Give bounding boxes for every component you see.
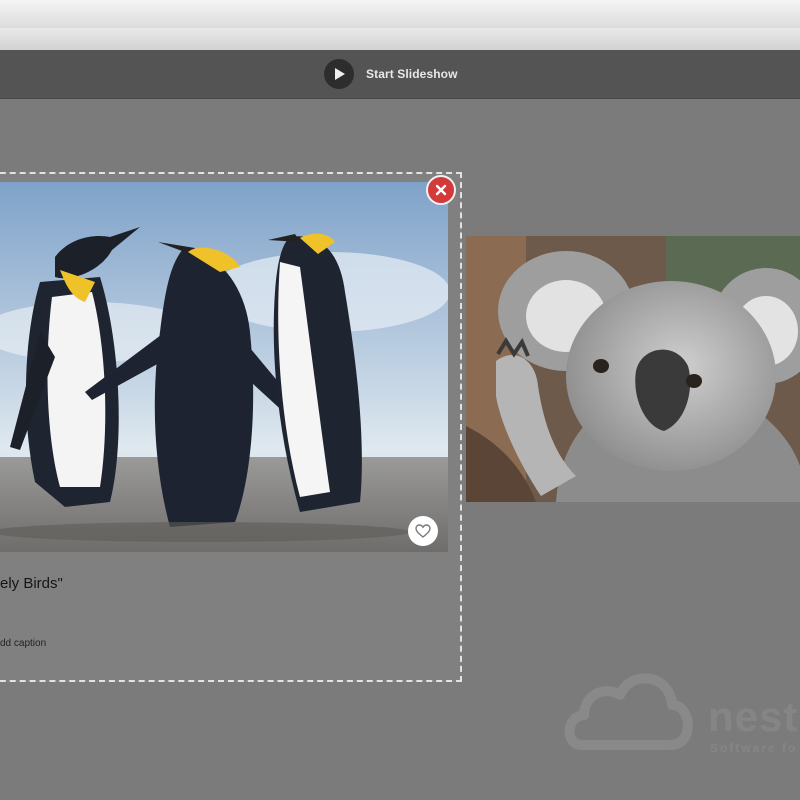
close-icon[interactable] xyxy=(426,175,456,205)
photo-caption[interactable]: dd caption xyxy=(0,638,46,649)
photo-title[interactable]: ely Birds" xyxy=(0,575,63,592)
heart-icon[interactable] xyxy=(408,516,438,546)
watermark-brand-name: nest xyxy=(708,693,799,740)
watermark-tagline: Software fo xyxy=(710,741,798,755)
brand-watermark: nest Software fo xyxy=(560,655,800,765)
penguins-photo[interactable] xyxy=(0,182,448,552)
cloud-icon xyxy=(564,673,693,750)
play-icon xyxy=(324,59,354,89)
start-slideshow-button[interactable]: Start Slideshow xyxy=(324,59,458,89)
start-slideshow-label: Start Slideshow xyxy=(366,67,458,81)
koala-photo[interactable] xyxy=(466,236,800,502)
browser-top-bar xyxy=(0,0,800,28)
browser-toolbar-strip xyxy=(0,28,800,51)
gallery-toolbar: Start Slideshow xyxy=(0,50,800,99)
